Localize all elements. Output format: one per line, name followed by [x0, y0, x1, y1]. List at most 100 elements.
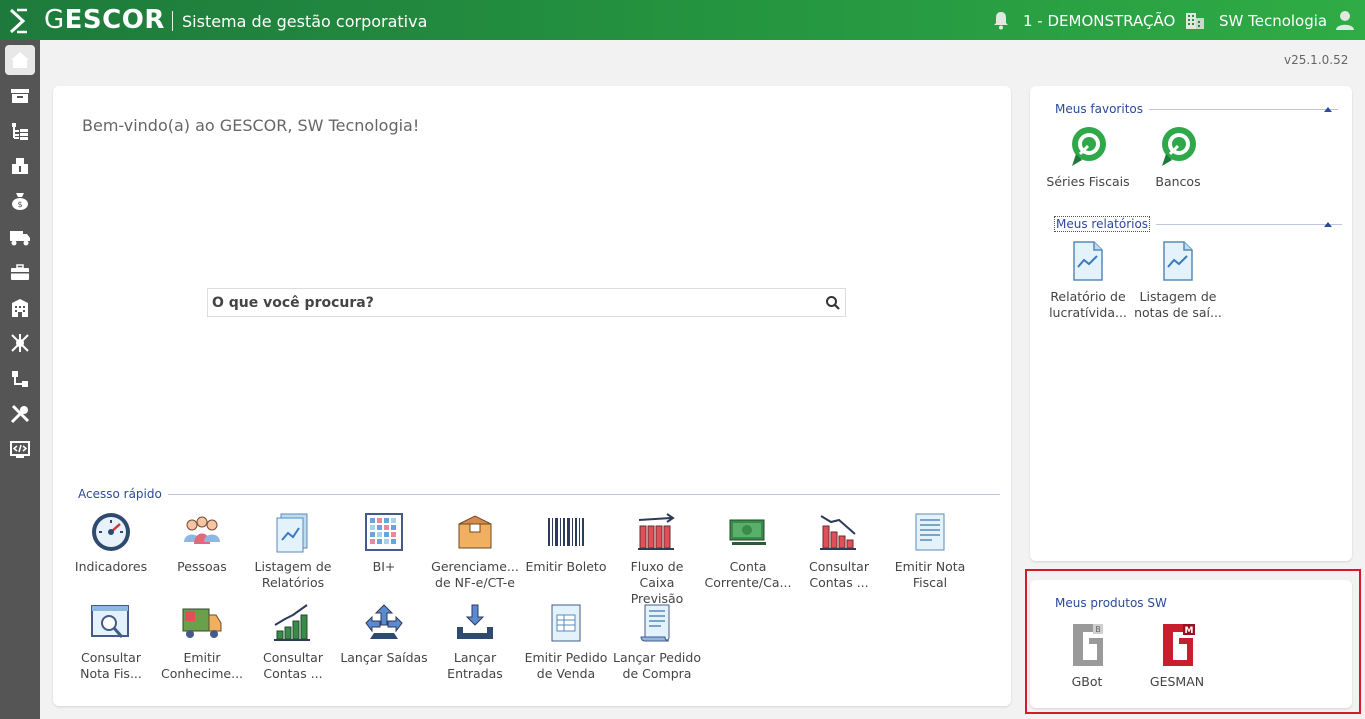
- sales-order-icon: [551, 604, 581, 642]
- flow-blocks-icon: [12, 371, 28, 387]
- code-monitor-icon: [10, 441, 30, 458]
- quick-item-bi[interactable]: BI+: [339, 510, 429, 575]
- gbot-logo-icon: B: [1073, 624, 1103, 666]
- svg-text:$: $: [17, 200, 22, 209]
- product-item-gbot[interactable]: B GBot: [1047, 620, 1127, 689]
- favorites-header: Meus favoritos: [1055, 102, 1338, 116]
- money-bag-icon: $: [12, 193, 28, 210]
- chevron-up-icon[interactable]: [1323, 220, 1333, 228]
- sidebar-item-finance[interactable]: $: [5, 186, 35, 216]
- search-window-icon: [91, 605, 129, 638]
- favorite-item-series-fiscais[interactable]: Séries Fiscais: [1042, 124, 1134, 190]
- sidebar-item-products[interactable]: [5, 151, 35, 181]
- products-header: Meus produtos SW: [1055, 596, 1167, 610]
- section-divider: [1156, 223, 1343, 225]
- purchase-order-icon: [640, 604, 670, 642]
- invoice-icon: [915, 513, 945, 551]
- header-subtitle: Sistema de gestão corporativa: [182, 12, 428, 31]
- incoming-arrows-icon: [457, 604, 493, 639]
- building-icon: [12, 299, 28, 317]
- quick-item-consultar-contas-receber[interactable]: Consultar Contas ...: [248, 601, 338, 682]
- sidebar-item-home[interactable]: [5, 45, 35, 75]
- quick-item-emitir-conhecimento[interactable]: Emitir Conhecime...: [157, 601, 247, 682]
- green-badge-icon: [1072, 127, 1106, 166]
- sidebar-item-workflow[interactable]: [5, 364, 35, 394]
- section-divider: [1149, 108, 1338, 110]
- sidebar-item-integrations[interactable]: [5, 328, 35, 358]
- version-label: v25.1.0.52: [1284, 53, 1349, 67]
- product-item-gesman[interactable]: M GESMAN: [1137, 620, 1217, 689]
- quick-item-fluxo-caixa[interactable]: Fluxo de Caixa Previsão: [612, 510, 702, 607]
- products-panel: Meus produtos SW B GBot M GESMAN: [1030, 580, 1352, 708]
- green-badge-icon: [1162, 127, 1196, 166]
- quick-item-lancar-pedido-compra[interactable]: Lançar Pedido de Compra: [612, 601, 702, 682]
- quick-item-lancar-saidas[interactable]: Lançar Saídas: [339, 601, 429, 666]
- building-icon[interactable]: [1184, 10, 1206, 30]
- search-box: [207, 288, 846, 317]
- favorites-title: Meus favoritos: [1055, 102, 1143, 116]
- header-divider: [172, 11, 173, 31]
- report-file-icon: [1163, 241, 1193, 281]
- sidebar-item-logistics[interactable]: [5, 222, 35, 252]
- sidebar: $: [0, 40, 40, 719]
- sidebar-item-developer[interactable]: [5, 435, 35, 465]
- quick-item-emitir-nota-fiscal[interactable]: Emitir Nota Fiscal: [885, 510, 975, 591]
- report-list-icon: [276, 513, 308, 553]
- svg-text:M: M: [1185, 626, 1194, 636]
- welcome-message: Bem-vindo(a) ao GESCOR, SW Tecnologia!: [82, 116, 420, 135]
- down-chart-icon: [820, 515, 856, 550]
- search-input[interactable]: [208, 289, 808, 316]
- sidebar-item-structure[interactable]: [5, 116, 35, 146]
- quick-item-gerenciamento-nfe[interactable]: Gerenciame... de NF-e/CT-e: [430, 510, 520, 591]
- quick-item-emitir-boleto[interactable]: Emitir Boleto: [521, 510, 611, 575]
- money-icon: [729, 519, 766, 545]
- archive-box-icon: [11, 89, 29, 103]
- tools-icon: [10, 404, 30, 424]
- quick-item-consultar-contas-pagar[interactable]: Consultar Contas ...: [794, 510, 884, 591]
- quick-item-conta-corrente[interactable]: Conta Corrente/Ca...: [703, 510, 793, 591]
- quick-item-emitir-pedido-venda[interactable]: Emitir Pedido de Venda: [521, 601, 611, 682]
- reports-header: Meus relatórios: [1054, 216, 1343, 232]
- network-hub-icon: [11, 334, 29, 352]
- quick-item-lancar-entradas[interactable]: Lançar Entradas: [430, 601, 520, 682]
- quick-access-header: Acesso rápido: [78, 487, 1000, 501]
- bi-grid-icon: [365, 513, 403, 551]
- outgoing-arrows-icon: [365, 604, 403, 639]
- sidebar-item-hr[interactable]: [5, 257, 35, 287]
- quick-item-listagem-relatorios[interactable]: Listagem de Relatórios: [248, 510, 338, 591]
- boxes-icon: [12, 158, 28, 174]
- gescor-logo-icon[interactable]: [8, 8, 30, 34]
- brand-title: GESCOR: [44, 5, 165, 35]
- quick-item-indicadores[interactable]: Indicadores: [66, 510, 156, 575]
- svg-text:B: B: [1095, 625, 1101, 634]
- up-chart-icon: [274, 604, 310, 641]
- chevron-up-icon[interactable]: [1323, 105, 1333, 113]
- favorite-item-bancos[interactable]: Bancos: [1132, 124, 1224, 190]
- top-bar: GESCOR Sistema de gestão corporativa 1 -…: [0, 0, 1365, 40]
- box-icon: [458, 515, 492, 549]
- report-item-lucratividade[interactable]: Relatório de lucratívida...: [1042, 239, 1134, 321]
- company-selector[interactable]: 1 - DEMONSTRAÇÃO: [1023, 12, 1175, 30]
- speedometer-icon: [92, 513, 130, 551]
- favorites-panel: Meus favoritos Séries Fiscais Bancos Meu…: [1030, 86, 1352, 561]
- gesman-logo-icon: M: [1163, 624, 1195, 666]
- sidebar-item-tools[interactable]: [5, 399, 35, 429]
- barcode-icon: [548, 518, 584, 546]
- products-title: Meus produtos SW: [1055, 596, 1167, 610]
- people-icon: [184, 516, 220, 544]
- sidebar-item-company[interactable]: [5, 293, 35, 323]
- report-item-notas-saida[interactable]: Listagem de notas de saí...: [1132, 239, 1224, 321]
- truck-icon: [10, 231, 30, 246]
- main-panel: Bem-vindo(a) ao GESCOR, SW Tecnologia! A…: [53, 86, 1011, 706]
- quick-access-title: Acesso rápido: [78, 487, 162, 501]
- tree-structure-icon: [12, 123, 28, 140]
- sidebar-item-archive[interactable]: [5, 81, 35, 111]
- home-icon: [11, 52, 29, 68]
- search-icon[interactable]: [825, 295, 841, 311]
- reports-title[interactable]: Meus relatórios: [1054, 216, 1151, 232]
- quick-item-consultar-nota-fiscal[interactable]: Consultar Nota Fis...: [66, 601, 156, 682]
- bell-icon[interactable]: [991, 10, 1011, 30]
- user-icon[interactable]: [1334, 9, 1356, 31]
- user-name[interactable]: SW Tecnologia: [1219, 12, 1327, 30]
- quick-item-pessoas[interactable]: Pessoas: [157, 510, 247, 575]
